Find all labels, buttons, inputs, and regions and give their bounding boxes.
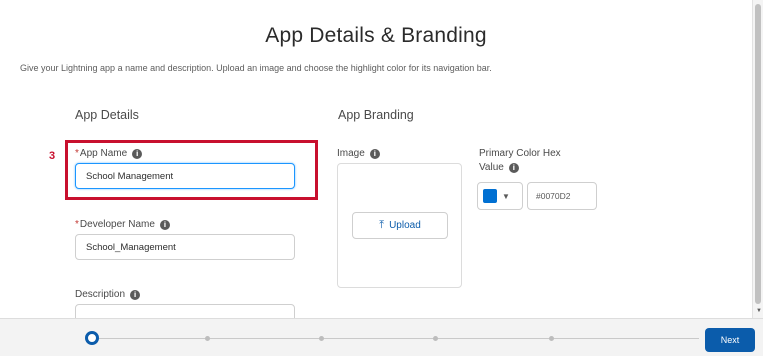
developer-name-label: * Developer Name i — [75, 219, 170, 230]
required-marker: * — [75, 219, 79, 230]
info-icon[interactable]: i — [130, 289, 141, 300]
app-details-heading: App Details — [75, 108, 139, 122]
app-name-label-text: App Name — [79, 148, 128, 159]
scrollbar-thumb[interactable] — [755, 4, 761, 304]
description-label: Description i — [75, 289, 141, 300]
info-icon[interactable]: i — [132, 148, 143, 159]
info-icon[interactable]: i — [369, 148, 380, 159]
required-marker: * — [75, 148, 79, 159]
color-picker-button[interactable]: ▼ — [477, 182, 523, 210]
progress-track — [99, 338, 699, 339]
primary-color-label-line2: Value i — [479, 162, 519, 173]
progress-step-current[interactable] — [85, 331, 99, 345]
progress-step[interactable] — [205, 336, 210, 341]
modal-scrollbar[interactable]: ▼ — [752, 0, 763, 318]
primary-color-label-text-2: Value — [479, 162, 504, 173]
upload-button[interactable]: ⤒ Upload — [352, 212, 448, 239]
progress-step[interactable] — [319, 336, 324, 341]
description-textarea[interactable] — [75, 304, 295, 318]
wizard-footer: Next — [0, 318, 763, 356]
upload-icon: ⤒ — [379, 219, 385, 231]
progress-step[interactable] — [549, 336, 554, 341]
color-swatch — [483, 189, 497, 203]
developer-name-input[interactable]: School_Management — [75, 234, 295, 260]
app-name-input[interactable]: School Management — [75, 163, 295, 189]
image-label-text: Image — [337, 148, 365, 159]
app-wizard-modal: App Details & Branding Give your Lightni… — [0, 0, 752, 318]
primary-color-label-text: Primary Color Hex — [479, 148, 561, 159]
chevron-down-icon: ▼ — [502, 191, 510, 201]
hex-value-input[interactable]: #0070D2 — [527, 182, 597, 210]
step-annotation-number: 3 — [49, 150, 56, 162]
page-subtitle: Give your Lightning app a name and descr… — [20, 63, 492, 73]
app-branding-heading: App Branding — [338, 108, 414, 122]
progress-step[interactable] — [433, 336, 438, 341]
developer-name-label-text: Developer Name — [79, 219, 155, 230]
page-title: App Details & Branding — [265, 24, 487, 47]
info-icon[interactable]: i — [508, 162, 519, 173]
next-button[interactable]: Next — [705, 328, 755, 352]
scroll-down-arrow-icon[interactable]: ▼ — [756, 308, 762, 314]
app-name-label: * App Name i — [75, 148, 143, 159]
primary-color-label: Primary Color Hex — [479, 148, 561, 159]
image-label: Image i — [337, 148, 380, 159]
description-label-text: Description — [75, 289, 126, 300]
info-icon[interactable]: i — [159, 219, 170, 230]
upload-button-label: Upload — [389, 220, 421, 231]
